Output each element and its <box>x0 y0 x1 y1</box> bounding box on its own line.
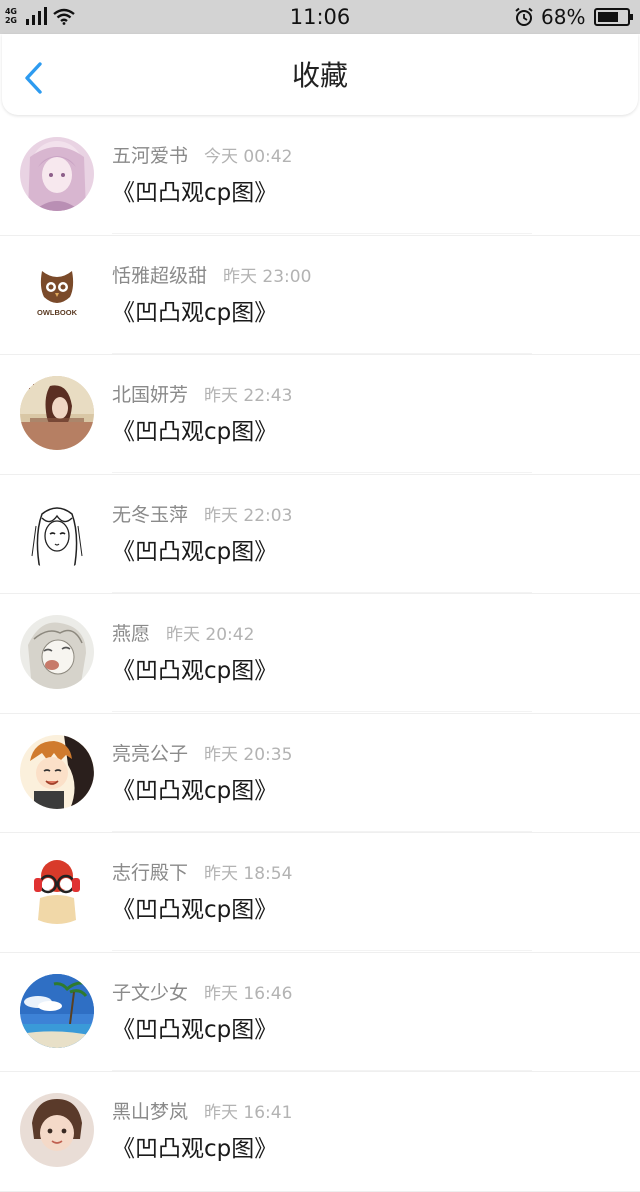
author-name: 无冬玉萍 <box>112 503 189 526</box>
item-time: 昨天 18:54 <box>204 864 293 884</box>
divider <box>112 233 532 234</box>
status-bar: 4G 2G 11:06 68% <box>0 0 640 34</box>
avatar[interactable] <box>20 495 94 570</box>
list-item[interactable]: 子文少女 昨天 16:46 《凹凸观cp图》 <box>0 953 640 1072</box>
list-item[interactable]: 亮亮公子 昨天 20:35 《凹凸观cp图》 <box>0 714 640 833</box>
divider <box>112 950 532 951</box>
list-item[interactable]: OWLBOOK 恬雅超级甜 昨天 23:00 《凹凸观cp图》 <box>0 236 640 355</box>
item-time: 今天 00:42 <box>204 147 293 167</box>
item-title[interactable]: 《凹凸观cp图》 <box>112 775 277 807</box>
avatar[interactable] <box>20 734 94 809</box>
author-name: 五河爱书 <box>112 145 189 167</box>
divider <box>112 472 532 473</box>
divider <box>112 1069 532 1071</box>
item-author: 五河爱书 今天 00:42 <box>112 143 292 170</box>
list-item[interactable]: 五河爱书 今天 00:42 《凹凸观cp图》 <box>0 116 640 236</box>
list-item[interactable]: 志行殿下 昨天 18:54 《凹凸观cp图》 <box>0 833 640 953</box>
avatar[interactable]: OWLBOOK <box>20 256 94 331</box>
item-title[interactable]: 《凹凸观cp图》 <box>112 297 277 329</box>
page-title: 收藏 <box>291 59 348 92</box>
avatar[interactable] <box>20 137 94 211</box>
item-author: 志行殿下 昨天 18:54 <box>112 860 292 887</box>
item-author: 黑山梦岚 昨天 16:41 <box>112 1099 292 1126</box>
item-author: 亮亮公子 昨天 20:35 <box>112 741 292 768</box>
battery-icon <box>594 8 633 26</box>
divider <box>112 830 532 832</box>
author-name: 北国妍芳 <box>112 384 189 406</box>
item-time: 昨天 23:00 <box>223 266 312 287</box>
list-item[interactable]: 无冬玉萍 昨天 22:03 《凹凸观cp图》 <box>0 475 640 594</box>
list-item[interactable]: 黑山梦岚 昨天 16:41 《凹凸观cp图》 <box>0 1072 640 1192</box>
item-time: 昨天 20:42 <box>166 625 255 645</box>
item-title[interactable]: 《凹凸观cp图》 <box>112 894 277 926</box>
list-item[interactable]: 燕愿 昨天 20:42 《凹凸观cp图》 <box>0 594 640 714</box>
item-author: 北国妍芳 昨天 22:43 <box>112 382 292 409</box>
item-title[interactable]: 《凹凸观cp图》 <box>112 177 277 209</box>
alarm-icon <box>515 7 533 26</box>
author-name: 亮亮公子 <box>112 742 189 765</box>
item-time: 昨天 16:46 <box>204 983 293 1004</box>
avatar[interactable] <box>20 376 94 450</box>
author-name: 志行殿下 <box>112 862 189 884</box>
item-title[interactable]: 《凹凸观cp图》 <box>112 655 277 687</box>
item-title[interactable]: 《凹凸观cp图》 <box>112 416 277 448</box>
author-name: 恬雅超级甜 <box>112 264 208 287</box>
item-time: 昨天 20:35 <box>204 744 293 765</box>
list-item[interactable]: 北国妍芳 昨天 22:43 《凹凸观cp图》 <box>0 355 640 475</box>
battery-percent: 68% <box>541 5 586 29</box>
divider <box>112 352 532 354</box>
divider <box>112 591 532 593</box>
divider <box>112 711 532 712</box>
item-title[interactable]: 《凹凸观cp图》 <box>112 1014 277 1046</box>
item-time: 昨天 22:43 <box>204 386 293 406</box>
item-author: 恬雅超级甜 昨天 23:00 <box>112 263 311 290</box>
avatar[interactable] <box>20 1093 94 1167</box>
author-name: 燕愿 <box>112 623 151 645</box>
avatar[interactable] <box>20 615 94 689</box>
item-author: 燕愿 昨天 20:42 <box>112 621 254 648</box>
owlbook-logo-text: OWLBOOK <box>37 308 78 317</box>
item-time: 昨天 22:03 <box>204 505 293 526</box>
favorites-list: 五河爱书 今天 00:42 《凹凸观cp图》 OWLBOOK 恬雅超级甜 昨天 23… <box>0 116 640 1192</box>
avatar[interactable] <box>20 854 94 928</box>
author-name: 黑山梦岚 <box>112 1101 189 1123</box>
item-title[interactable]: 《凹凸观cp图》 <box>112 536 277 568</box>
item-author: 无冬玉萍 昨天 22:03 <box>112 502 292 529</box>
item-author: 子文少女 昨天 16:46 <box>112 980 292 1007</box>
nav-header: 收藏 <box>2 34 638 115</box>
item-time: 昨天 16:41 <box>204 1103 293 1123</box>
author-name: 子文少女 <box>112 981 189 1004</box>
avatar[interactable] <box>20 973 94 1048</box>
